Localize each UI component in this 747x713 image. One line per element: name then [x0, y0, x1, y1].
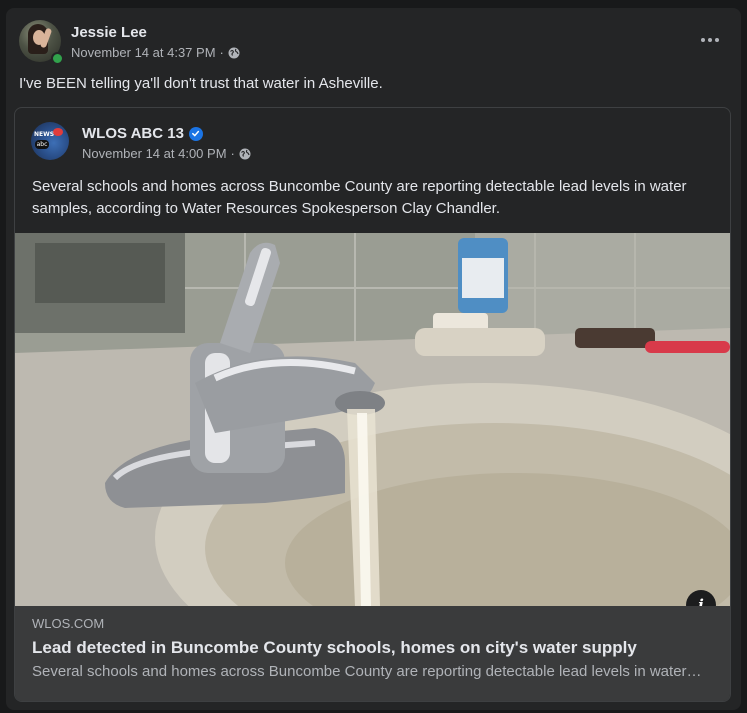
faucet-photo-illustration: [15, 233, 730, 606]
post-meta: November 14 at 4:37 PM ·: [71, 45, 240, 60]
online-status-indicator: [51, 52, 64, 65]
verified-badge-icon: [188, 126, 203, 141]
avatar-news-text: NEWS: [34, 131, 55, 138]
globe-icon: [228, 47, 240, 58]
page-avatar[interactable]: NEWS abc: [31, 122, 69, 160]
post-timestamp[interactable]: November 14 at 4:37 PM: [71, 45, 216, 60]
link-description: Several schools and homes across Buncomb…: [32, 663, 702, 680]
feed-post: Jessie Lee November 14 at 4:37 PM · I've…: [6, 8, 741, 710]
more-options-button[interactable]: [692, 28, 728, 52]
author-name[interactable]: Jessie Lee: [71, 24, 147, 41]
shared-post-header: NEWS abc WLOS ABC 13 November 14 at 4:00…: [31, 122, 711, 166]
link-domain: WLOS.COM: [32, 616, 105, 631]
link-preview[interactable]: WLOS.COM Lead detected in Buncombe Count…: [15, 606, 730, 701]
post-header: Jessie Lee November 14 at 4:37 PM ·: [19, 20, 728, 66]
avatar-abc-text: abc: [35, 140, 49, 149]
shared-post-text: Several schools and homes across Buncomb…: [32, 178, 687, 217]
article-image-faucet[interactable]: [15, 233, 730, 606]
more-dots-icon: [701, 38, 705, 42]
shared-post-meta: November 14 at 4:00 PM ·: [82, 146, 251, 161]
link-title[interactable]: Lead detected in Buncombe County schools…: [32, 638, 637, 658]
meta-separator: ·: [230, 146, 235, 161]
shared-post-card[interactable]: NEWS abc WLOS ABC 13 November 14 at 4:00…: [14, 107, 731, 702]
meta-separator: ·: [219, 45, 224, 60]
post-text: I've BEEN telling ya'll don't trust that…: [19, 75, 383, 92]
globe-icon: [239, 148, 251, 159]
page-name[interactable]: WLOS ABC 13: [82, 125, 203, 142]
page-name-label[interactable]: WLOS ABC 13: [82, 125, 184, 142]
shared-post-timestamp[interactable]: November 14 at 4:00 PM: [82, 146, 227, 161]
